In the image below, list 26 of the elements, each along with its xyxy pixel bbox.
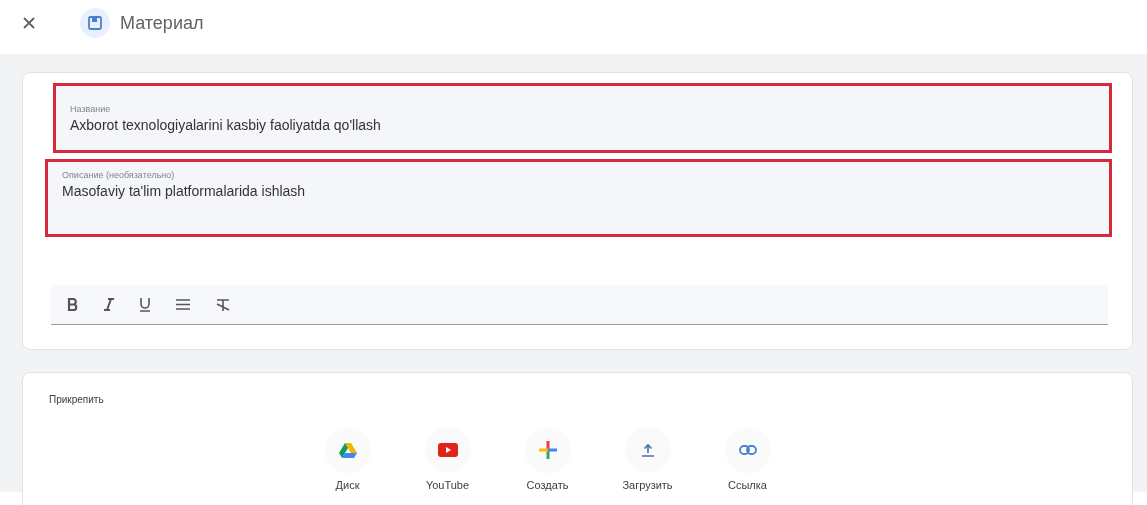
italic-icon[interactable] bbox=[103, 298, 115, 311]
title-field[interactable]: Название Axborot texnologiyalarini kasbiy faoliyatda qo'llash bbox=[53, 83, 1112, 153]
upload-icon bbox=[640, 443, 655, 457]
drive-icon bbox=[338, 442, 357, 458]
list-icon[interactable] bbox=[175, 298, 191, 311]
clear-format-icon[interactable] bbox=[215, 297, 231, 312]
create-button[interactable] bbox=[524, 427, 571, 473]
attach-heading: Прикрепить bbox=[49, 394, 104, 405]
link-button[interactable] bbox=[724, 427, 771, 473]
attach-label: Диск bbox=[335, 479, 360, 491]
attach-label: Ссылка bbox=[728, 479, 767, 491]
youtube-icon bbox=[437, 443, 458, 457]
attach-label: Загрузить bbox=[622, 479, 673, 491]
underline-icon[interactable] bbox=[139, 297, 151, 312]
material-icon bbox=[80, 8, 110, 38]
upload-button[interactable] bbox=[624, 427, 671, 473]
attach-label: Создать bbox=[526, 479, 569, 491]
close-icon bbox=[22, 16, 36, 30]
attach-label: YouTube bbox=[425, 479, 470, 491]
description-field[interactable]: Описание (необязательно) Masofaviy ta'lim platformalarida ishlash bbox=[45, 159, 1112, 237]
youtube-button[interactable] bbox=[424, 427, 471, 473]
drive-button[interactable] bbox=[324, 427, 371, 473]
plus-icon bbox=[537, 440, 558, 460]
bold-icon[interactable] bbox=[67, 298, 79, 311]
page-title: Материал bbox=[120, 12, 204, 34]
link-icon bbox=[738, 445, 757, 455]
